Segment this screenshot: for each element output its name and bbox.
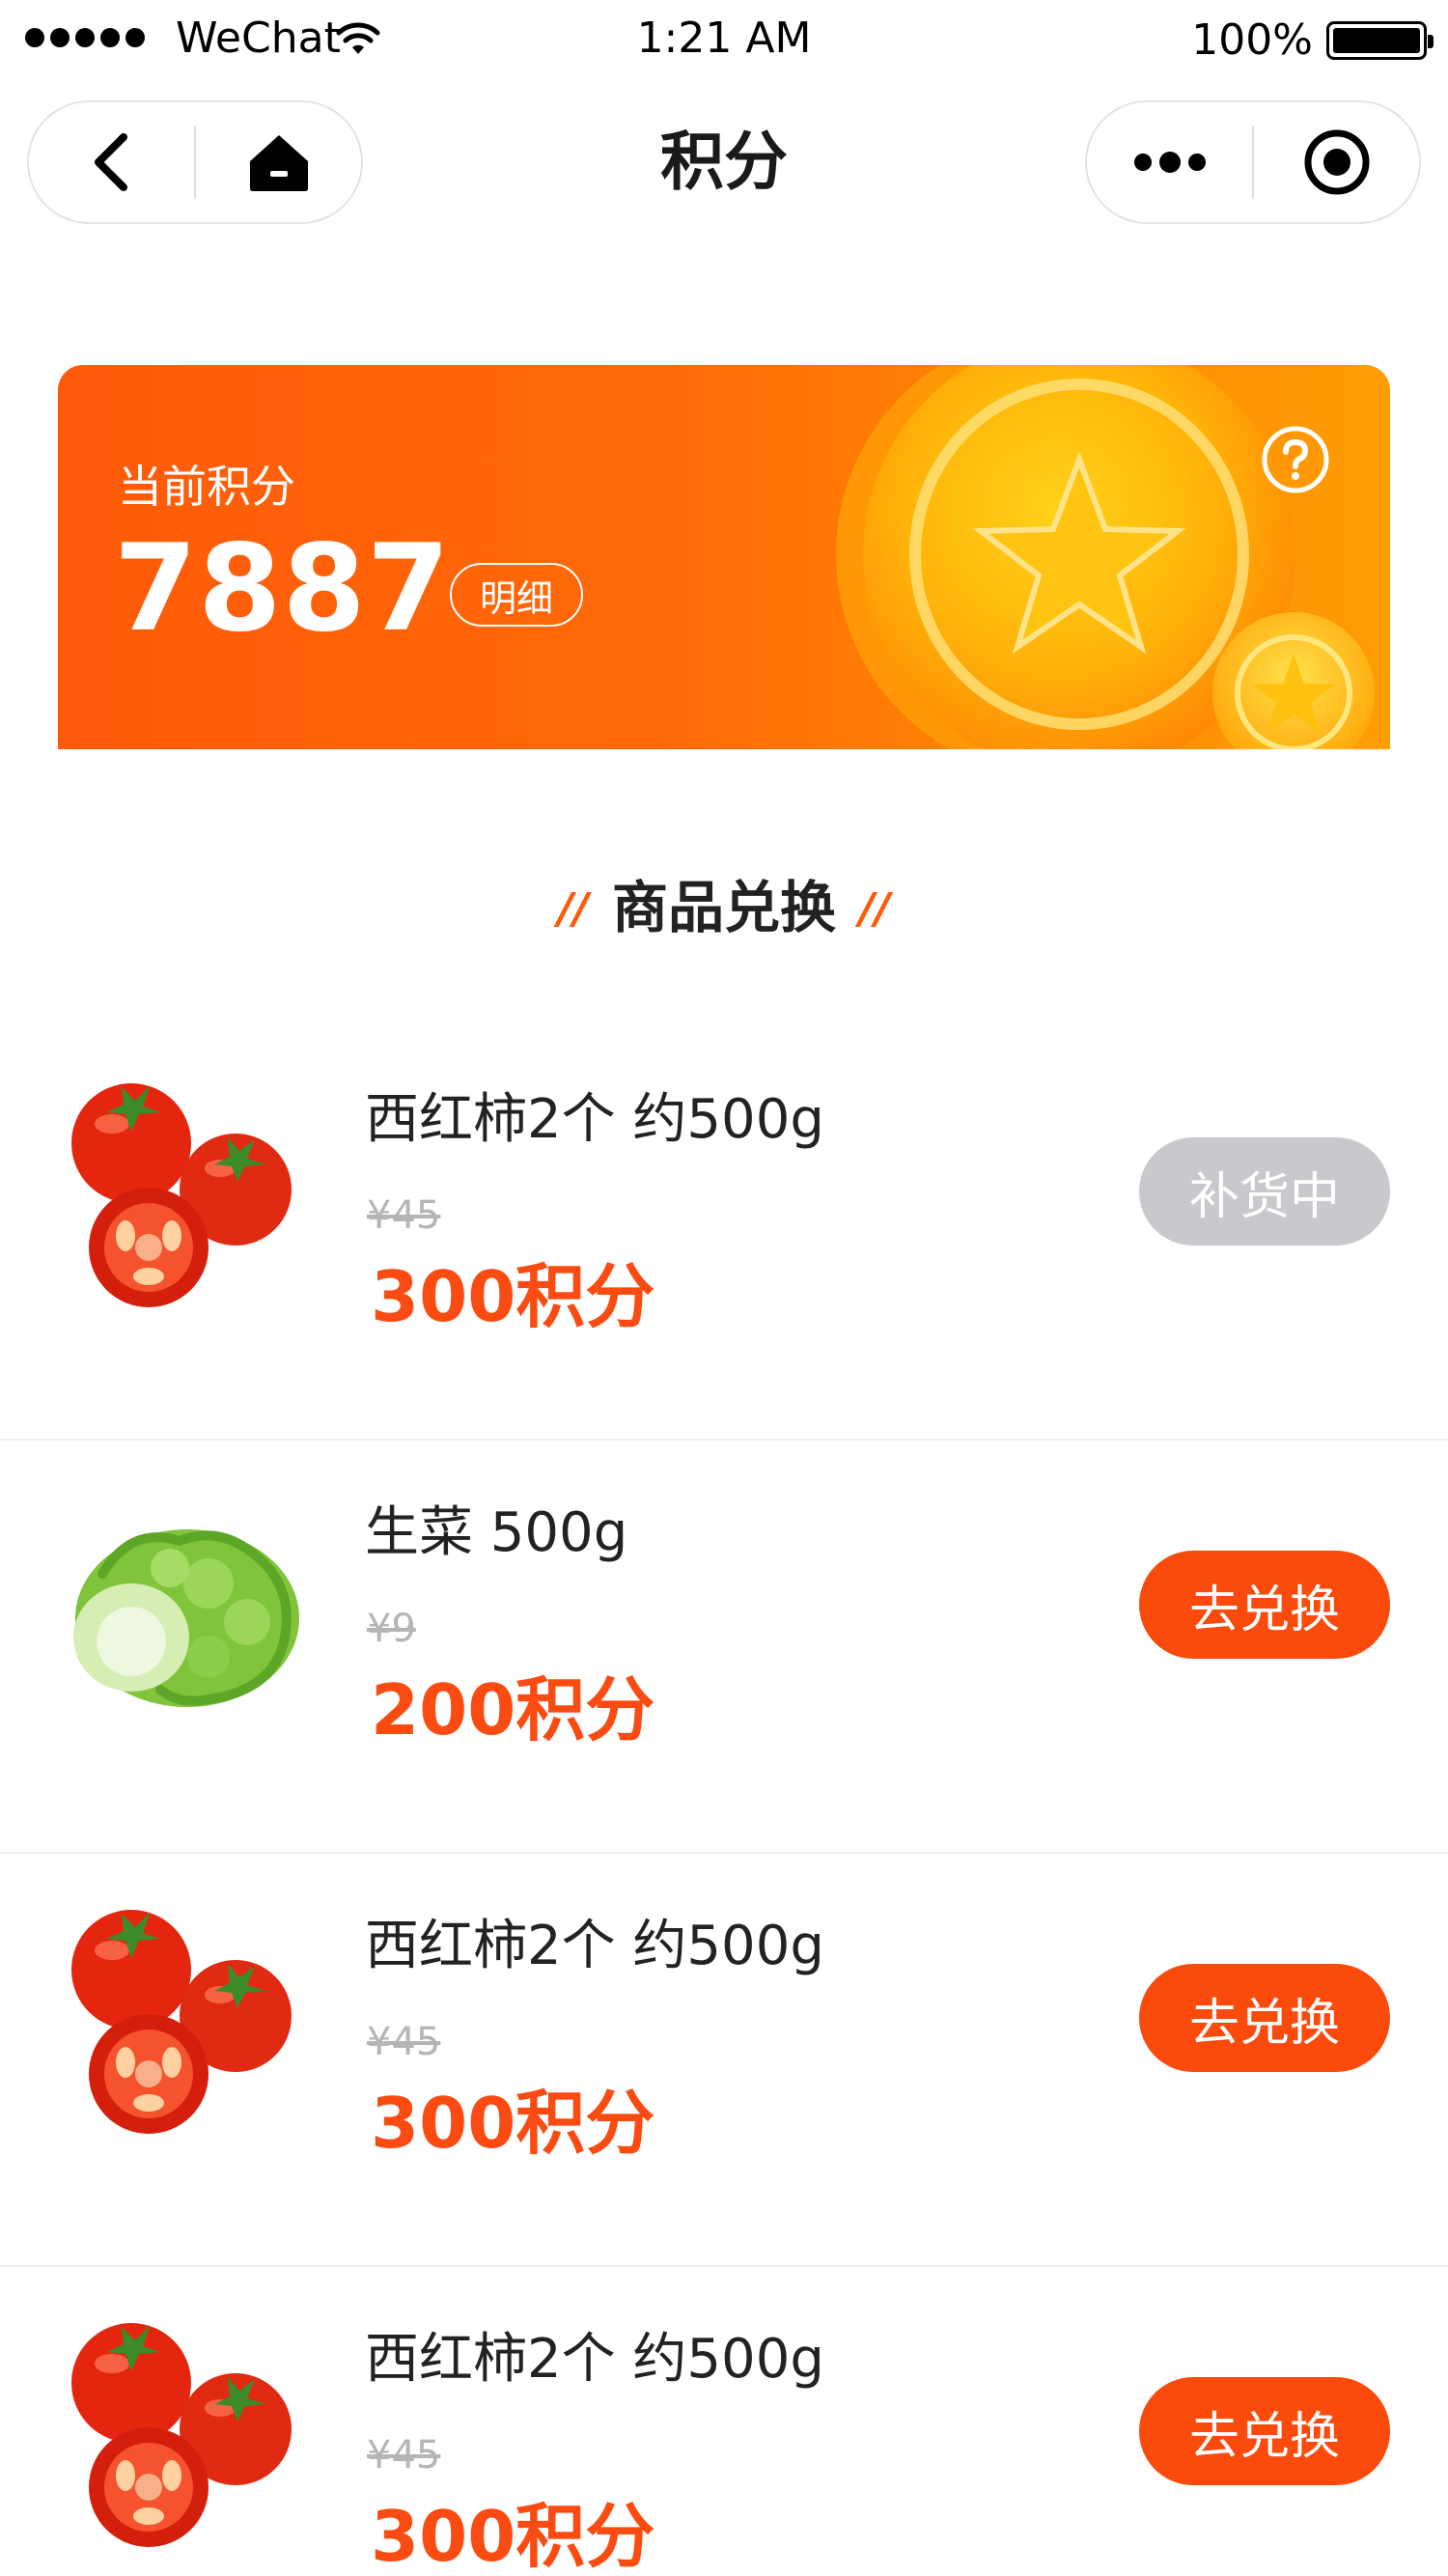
original-price: ¥45: [367, 2020, 441, 2064]
question-icon[interactable]: [1261, 425, 1330, 494]
target-close-icon: [1304, 129, 1369, 195]
restocking-button[interactable]: 补货中: [1139, 1137, 1390, 1246]
points-detail-button[interactable]: 明细: [450, 563, 583, 627]
original-price: ¥45: [367, 1193, 441, 1238]
original-price: ¥45: [367, 2433, 441, 2478]
product-item: 西红柿2个 约500g ¥45 300积分 补货中: [0, 1027, 1448, 1441]
original-price: ¥9: [367, 1607, 416, 1651]
product-item: 西红柿2个 约500g ¥45 300积分 去兑换: [0, 1854, 1448, 2267]
coin-star-icon: [836, 365, 1375, 749]
product-name: 西红柿2个 约500g: [365, 1088, 824, 1151]
product-name: 生菜 500g: [365, 1501, 628, 1564]
redeem-button[interactable]: 去兑换: [1139, 1964, 1390, 2072]
more-button[interactable]: [1087, 102, 1252, 222]
redeem-button[interactable]: 去兑换: [1139, 1551, 1390, 1659]
status-bar: WeChat 1:21 AM 100%: [0, 0, 1448, 81]
tomato-image: [71, 1083, 292, 1307]
current-points-value: 7887: [114, 519, 452, 658]
close-miniprogram-button[interactable]: [1254, 102, 1419, 222]
battery-percent: 100%: [1191, 15, 1313, 65]
product-item: 生菜 500g ¥9 200积分 去兑换: [0, 1441, 1448, 1854]
product-list: 西红柿2个 约500g ¥45 300积分 补货中 生菜 500g ¥9 200…: [0, 1027, 1448, 2576]
section-heading: // 商品兑换 //: [0, 869, 1448, 952]
decor-slash-left-icon: //: [557, 884, 589, 934]
section-title: 商品兑换: [611, 875, 836, 940]
decor-slash-right-icon: //: [859, 884, 891, 934]
points-price: 200积分: [371, 1669, 655, 1750]
current-points-label: 当前积分: [118, 461, 295, 513]
points-card: 当前积分 7887 明细: [58, 365, 1390, 749]
points-price: 300积分: [371, 2496, 655, 2576]
tomato-image: [71, 2323, 292, 2547]
product-name: 西红柿2个 约500g: [365, 2328, 824, 2391]
redeem-button[interactable]: 去兑换: [1139, 2377, 1390, 2485]
battery-icon: [1326, 21, 1434, 60]
product-name: 西红柿2个 约500g: [365, 1915, 824, 1977]
tomato-image: [71, 1910, 292, 2134]
points-page: WeChat 1:21 AM 100% 积分 当前积分 7887 明细 // 商…: [0, 0, 1448, 2576]
points-price: 300积分: [371, 1256, 655, 1337]
nav-right-capsule: [1085, 100, 1421, 224]
product-item: 西红柿2个 约500g ¥45 300积分 去兑换: [0, 2267, 1448, 2576]
points-price: 300积分: [371, 2083, 655, 2164]
lettuce-image: [73, 1529, 299, 1707]
more-dots-icon: [1133, 152, 1206, 173]
